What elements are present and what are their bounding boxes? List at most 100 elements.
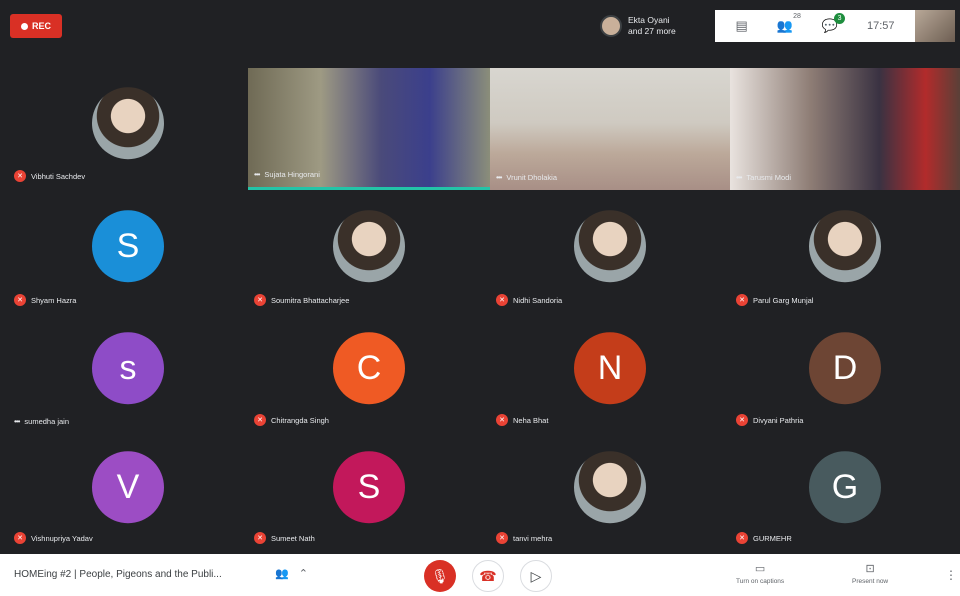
participant-tile[interactable]: ••• Tarusmi Modi: [730, 68, 960, 190]
participant-name-tag: ••• sumedha jain: [14, 417, 69, 426]
clock: 17:57: [866, 20, 895, 32]
participant-name: Shyam Hazra: [31, 295, 77, 305]
leave-call-button[interactable]: ☎: [472, 560, 504, 592]
participant-initial-avatar: S: [333, 451, 405, 524]
mute-mic-button[interactable]: 🎙: [424, 560, 456, 592]
mic-off-icon: 🎙: [431, 567, 449, 584]
self-view-thumbnail[interactable]: [915, 10, 955, 42]
participant-name: Tarusmi Modi: [746, 173, 791, 182]
participant-name-tag: ✕ Divyani Pathria: [736, 414, 803, 426]
more-options-icon[interactable]: ⋮: [945, 568, 957, 582]
participant-initial-avatar: N: [574, 332, 646, 405]
participant-name: Chitrangda Singh: [271, 415, 329, 425]
mic-muted-icon: ✕: [14, 170, 26, 182]
captions-icon: ▭: [754, 563, 766, 575]
meeting-stage: REC Ekta Oyani and 27 more ▤ 👥 28 💬 3 17:5…: [0, 0, 960, 554]
participant-tile[interactable]: s ••• sumedha jain: [8, 314, 248, 434]
mic-muted-icon: ✕: [736, 414, 748, 426]
people-small-icon[interactable]: 👥: [275, 567, 289, 580]
mic-muted-icon: ✕: [496, 532, 508, 544]
chat-icon[interactable]: 💬 3: [822, 13, 846, 34]
mic-muted-icon: ✕: [496, 294, 508, 306]
mic-muted-icon: ✕: [254, 532, 266, 544]
record-dot-icon: [20, 22, 28, 30]
participant-name: Vishnupriya Yadav: [31, 533, 93, 543]
participant-name: Divyani Pathria: [753, 415, 804, 425]
audio-level-icon: •••: [14, 417, 20, 426]
participant-name-tag: ••• Vrunit Dholakia: [496, 173, 557, 182]
participant-tile[interactable]: G ✕ GURMEHR: [730, 434, 960, 552]
top-controls: ▤ 👥 28 💬 3 17:57: [715, 10, 915, 42]
participant-name-tag: ✕ Neha Bhat: [496, 414, 548, 426]
captions-button[interactable]: ▭ Turn on captions: [736, 562, 784, 585]
participant-name-tag: ✕ Soumitra Bhattacharjee: [254, 294, 349, 306]
participant-tile[interactable]: ✕ Soumitra Bhattacharjee: [248, 190, 490, 314]
participant-tile[interactable]: ✕ Nidhi Sandoria: [490, 190, 730, 314]
present-now-button[interactable]: ⊡ Present now: [852, 562, 888, 585]
participant-initial-avatar: C: [333, 332, 405, 405]
participant-tile[interactable]: ✕ Parul Garg Munjal: [730, 190, 960, 314]
participant-name-tag: ✕ Chitrangda Singh: [254, 414, 329, 426]
participant-name-tag: ✕ Vibhuti Sachdev: [14, 170, 85, 182]
participant-photo-avatar: [809, 210, 881, 283]
participant-name-tag: ✕ GURMEHR: [736, 532, 792, 544]
participant-tile[interactable]: V ✕ Vishnupriya Yadav: [8, 434, 248, 552]
meeting-details-icon[interactable]: ▤: [735, 18, 747, 34]
camera-button[interactable]: ▷: [520, 560, 552, 592]
participant-name: Sumeet Nath: [271, 533, 315, 543]
participant-name: Neha Bhat: [513, 415, 549, 425]
mic-muted-icon: ✕: [736, 532, 748, 544]
present-icon: ⊡: [865, 563, 875, 575]
participant-tile[interactable]: ✕ tanvi mehra: [490, 434, 730, 552]
participant-name: GURMEHR: [753, 533, 792, 543]
camera-icon: ▷: [530, 567, 542, 584]
participant-initial-avatar: G: [809, 451, 881, 524]
participant-name-tag: ••• Sujata Hingorani: [254, 170, 320, 179]
participant-photo-avatar: [574, 210, 646, 283]
participant-name: sumedha jain: [24, 417, 70, 426]
meeting-title[interactable]: HOMEing #2 | People, Pigeons and the Pub…: [14, 569, 222, 580]
participant-tile[interactable]: ✕ Vibhuti Sachdev: [8, 68, 248, 190]
bottom-bar: HOMEing #2 | People, Pigeons and the Pub…: [0, 554, 960, 596]
participant-name-tag: ✕ Sumeet Nath: [254, 532, 315, 544]
presenter-name: Ekta Oyani: [628, 15, 670, 25]
presenter-avatar: [600, 15, 622, 37]
people-icon[interactable]: 👥 28: [777, 13, 801, 34]
participant-name-tag: ✕ Nidhi Sandoria: [496, 294, 562, 306]
chevron-up-icon[interactable]: ⌃: [299, 567, 308, 580]
mic-muted-icon: ✕: [736, 294, 748, 306]
audio-level-icon: •••: [496, 173, 502, 182]
participant-tile[interactable]: ••• Vrunit Dholakia: [490, 68, 730, 190]
audio-level-icon: •••: [254, 170, 260, 179]
participant-tile[interactable]: N ✕ Neha Bhat: [490, 314, 730, 434]
participant-tile[interactable]: D ✕ Divyani Pathria: [730, 314, 960, 434]
participant-name-tag: ✕ Shyam Hazra: [14, 294, 76, 306]
participant-initial-avatar: S: [92, 210, 164, 283]
participant-name: Soumitra Bhattacharjee: [271, 295, 350, 305]
mic-muted-icon: ✕: [254, 414, 266, 426]
participant-tile[interactable]: S ✕ Sumeet Nath: [248, 434, 490, 552]
participant-name: Vibhuti Sachdev: [31, 171, 86, 181]
participant-initial-avatar: V: [92, 451, 164, 524]
present-label: Present now: [852, 578, 889, 585]
presenter-more: and 27 more: [628, 26, 676, 36]
recording-badge: REC: [10, 14, 62, 38]
mic-muted-icon: ✕: [496, 414, 508, 426]
people-count: 28: [793, 13, 801, 20]
presenter-info[interactable]: Ekta Oyani and 27 more: [600, 12, 676, 40]
hang-up-icon: ☎: [479, 567, 497, 584]
recording-label: REC: [31, 21, 51, 31]
participant-name-tag: ✕ tanvi mehra: [496, 532, 552, 544]
participant-name: Sujata Hingorani: [264, 170, 320, 179]
participant-tile[interactable]: ••• Sujata Hingorani: [248, 68, 490, 190]
participant-photo-avatar: [333, 210, 405, 283]
participant-name-tag: ✕ Parul Garg Munjal: [736, 294, 813, 306]
participant-tile[interactable]: C ✕ Chitrangda Singh: [248, 314, 490, 434]
participant-photo-avatar: [92, 87, 164, 160]
top-bar: REC Ekta Oyani and 27 more ▤ 👥 28 💬 3 17:5…: [0, 0, 960, 50]
participant-tile[interactable]: S ✕ Shyam Hazra: [8, 190, 248, 314]
captions-label: Turn on captions: [736, 578, 785, 585]
participant-initial-avatar: s: [92, 332, 164, 405]
participant-name: tanvi mehra: [513, 533, 553, 543]
mic-muted-icon: ✕: [14, 532, 26, 544]
